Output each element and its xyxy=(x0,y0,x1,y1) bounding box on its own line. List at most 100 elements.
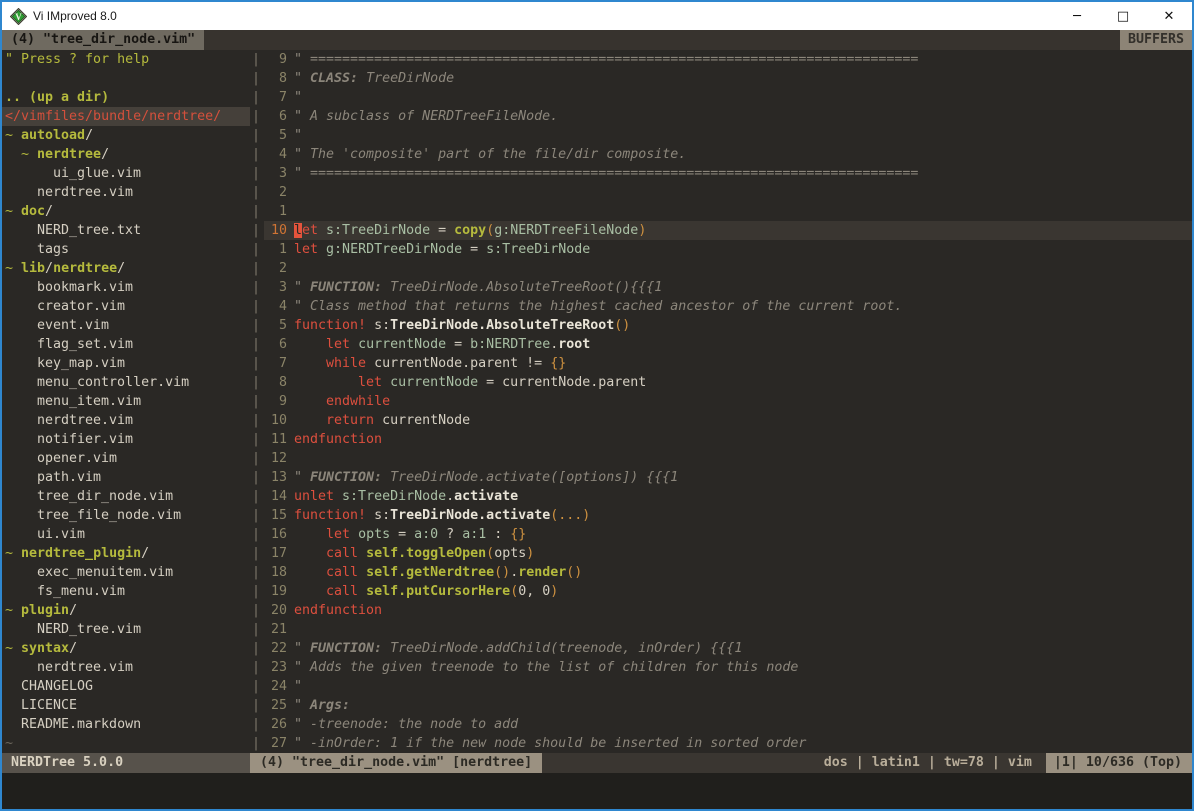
code-line[interactable]: 9 endwhile xyxy=(264,392,1192,411)
code-line[interactable]: 7" xyxy=(264,88,1192,107)
code-line[interactable]: 9" =====================================… xyxy=(264,50,1192,69)
code-token-c: " xyxy=(294,698,310,713)
tree-item[interactable]: ~ syntax/ xyxy=(2,639,250,658)
tree-item[interactable]: tags xyxy=(2,240,250,259)
code-line[interactable]: 23" Adds the given treenode to the list … xyxy=(264,658,1192,677)
tree-item[interactable]: ~ nerdtree/ xyxy=(2,145,250,164)
tree-item[interactable]: menu_item.vim xyxy=(2,392,250,411)
tree-item[interactable]: LICENCE xyxy=(2,696,250,715)
code-line[interactable]: 22" FUNCTION: TreeDirNode.addChild(treen… xyxy=(264,639,1192,658)
code-token-d xyxy=(294,337,326,352)
code-line[interactable]: 15function! s:TreeDirNode.activate(...) xyxy=(264,506,1192,525)
tree-item[interactable]: bookmark.vim xyxy=(2,278,250,297)
tree-item[interactable]: notifier.vim xyxy=(2,430,250,449)
code-line[interactable]: 26" -treenode: the node to add xyxy=(264,715,1192,734)
code-line[interactable]: 14unlet s:TreeDirNode.activate xyxy=(264,487,1192,506)
tree-token-help: " Press ? for help xyxy=(5,52,149,67)
tree-item[interactable]: README.markdown xyxy=(2,715,250,734)
tree-item[interactable]: ~ doc/ xyxy=(2,202,250,221)
code-line[interactable]: 3" =====================================… xyxy=(264,164,1192,183)
tab-tree-dir-node[interactable]: (4) "tree_dir_node.vim" xyxy=(2,30,204,50)
minimize-button[interactable]: ─ xyxy=(1054,2,1100,30)
tree-item[interactable]: ui.vim xyxy=(2,525,250,544)
code-token-c: " Adds the given treenode to the list of… xyxy=(294,660,798,675)
tree-item[interactable]: menu_controller.vim xyxy=(2,373,250,392)
tree-item[interactable]: exec_menuitem.vim xyxy=(2,563,250,582)
separator-glyph: | xyxy=(252,107,264,126)
code-line[interactable]: 6" A subclass of NERDTreeFileNode. xyxy=(264,107,1192,126)
code-line[interactable]: 5function! s:TreeDirNode.AbsoluteTreeRoo… xyxy=(264,316,1192,335)
code-line[interactable]: 10let s:TreeDirNode = copy(g:NERDTreeFil… xyxy=(264,221,1192,240)
tree-item[interactable]: ~ lib/nerdtree/ xyxy=(2,259,250,278)
separator-glyph: | xyxy=(252,145,264,164)
tree-item[interactable]: ui_glue.vim xyxy=(2,164,250,183)
code-token-d: . xyxy=(446,489,454,504)
window-separator[interactable]: ||||||||||||||||||||||||||||||||||||| xyxy=(250,50,264,753)
tree-item[interactable]: event.vim xyxy=(2,316,250,335)
tree-item[interactable]: nerdtree.vim xyxy=(2,411,250,430)
editor-pane: 9" =====================================… xyxy=(264,50,1192,753)
tree-item[interactable]: tree_file_node.vim xyxy=(2,506,250,525)
buffers-label[interactable]: BUFFERS xyxy=(1120,30,1192,50)
tree-item[interactable]: ~ plugin/ xyxy=(2,601,250,620)
tree-item[interactable]: fs_menu.vim xyxy=(2,582,250,601)
code-token-cb: FUNCTION: xyxy=(310,470,382,485)
code-line[interactable]: 27" -inOrder: 1 if the new node should b… xyxy=(264,734,1192,753)
tree-token-dir: syntax xyxy=(21,641,69,656)
close-button[interactable]: ✕ xyxy=(1146,2,1192,30)
code-line[interactable]: 11endfunction xyxy=(264,430,1192,449)
tree-token-slash: / xyxy=(69,603,77,618)
command-line[interactable] xyxy=(2,773,1192,809)
line-number: 5 xyxy=(264,316,294,335)
tree-item[interactable] xyxy=(2,69,250,88)
tree-item[interactable]: tree_dir_node.vim xyxy=(2,487,250,506)
code-token-c: " Class method that returns the highest … xyxy=(294,299,902,314)
tree-item[interactable]: path.vim xyxy=(2,468,250,487)
code-line[interactable]: 24" xyxy=(264,677,1192,696)
code-line[interactable]: 4" Class method that returns the highest… xyxy=(264,297,1192,316)
code-token-k: et xyxy=(302,223,318,238)
maximize-button[interactable]: □ xyxy=(1100,2,1146,30)
code-line[interactable]: 5" xyxy=(264,126,1192,145)
tree-item[interactable]: ~ nerdtree_plugin/ xyxy=(2,544,250,563)
code-line[interactable]: 25" Args: xyxy=(264,696,1192,715)
code-line[interactable]: 8 let currentNode = currentNode.parent xyxy=(264,373,1192,392)
code-line[interactable]: 13" FUNCTION: TreeDirNode.activate([opti… xyxy=(264,468,1192,487)
tree-item[interactable]: opener.vim xyxy=(2,449,250,468)
tree-item[interactable]: flag_set.vim xyxy=(2,335,250,354)
tree-item-label: nerdtree.vim xyxy=(2,183,133,202)
code-line[interactable]: 8" CLASS: TreeDirNode xyxy=(264,69,1192,88)
code-line[interactable]: 2 xyxy=(264,183,1192,202)
code-line[interactable]: 1 xyxy=(264,202,1192,221)
code-line[interactable]: 4" The 'composite' part of the file/dir … xyxy=(264,145,1192,164)
tree-token-file: tree_dir_node.vim xyxy=(37,489,173,504)
code-line[interactable]: 16 let opts = a:0 ? a:1 : {} xyxy=(264,525,1192,544)
code-line[interactable]: 12 xyxy=(264,449,1192,468)
code-line[interactable]: 17 call self.toggleOpen(opts) xyxy=(264,544,1192,563)
code-token-d: = xyxy=(462,242,486,257)
tree-item[interactable]: NERD_tree.txt xyxy=(2,221,250,240)
code-line[interactable]: 6 let currentNode = b:NERDTree.root xyxy=(264,335,1192,354)
code-line[interactable]: 1let g:NERDTreeDirNode = s:TreeDirNode xyxy=(264,240,1192,259)
tree-item[interactable]: .. (up a dir) xyxy=(2,88,250,107)
tree-item[interactable]: creator.vim xyxy=(2,297,250,316)
code-line[interactable]: 20endfunction xyxy=(264,601,1192,620)
tree-item[interactable]: CHANGELOG xyxy=(2,677,250,696)
tree-token-file: NERD_tree.vim xyxy=(37,622,141,637)
tree-item[interactable]: " Press ? for help xyxy=(2,50,250,69)
code-line[interactable]: 2 xyxy=(264,259,1192,278)
tree-token-slash: / xyxy=(117,261,125,276)
code-line[interactable]: 18 call self.getNerdtree().render() xyxy=(264,563,1192,582)
tree-item[interactable]: ~ autoload/ xyxy=(2,126,250,145)
line-number: 21 xyxy=(264,620,294,639)
tree-item[interactable]: NERD_tree.vim xyxy=(2,620,250,639)
code-line[interactable]: 7 while currentNode.parent != {} xyxy=(264,354,1192,373)
tree-item[interactable]: nerdtree.vim xyxy=(2,183,250,202)
code-line[interactable]: 10 return currentNode xyxy=(264,411,1192,430)
code-line[interactable]: 21 xyxy=(264,620,1192,639)
code-line[interactable]: 19 call self.putCursorHere(0, 0) xyxy=(264,582,1192,601)
tree-item[interactable]: key_map.vim xyxy=(2,354,250,373)
code-line[interactable]: 3" FUNCTION: TreeDirNode.AbsoluteTreeRoo… xyxy=(264,278,1192,297)
tree-item[interactable]: </vimfiles/bundle/nerdtree/ xyxy=(2,107,250,126)
tree-item[interactable]: nerdtree.vim xyxy=(2,658,250,677)
